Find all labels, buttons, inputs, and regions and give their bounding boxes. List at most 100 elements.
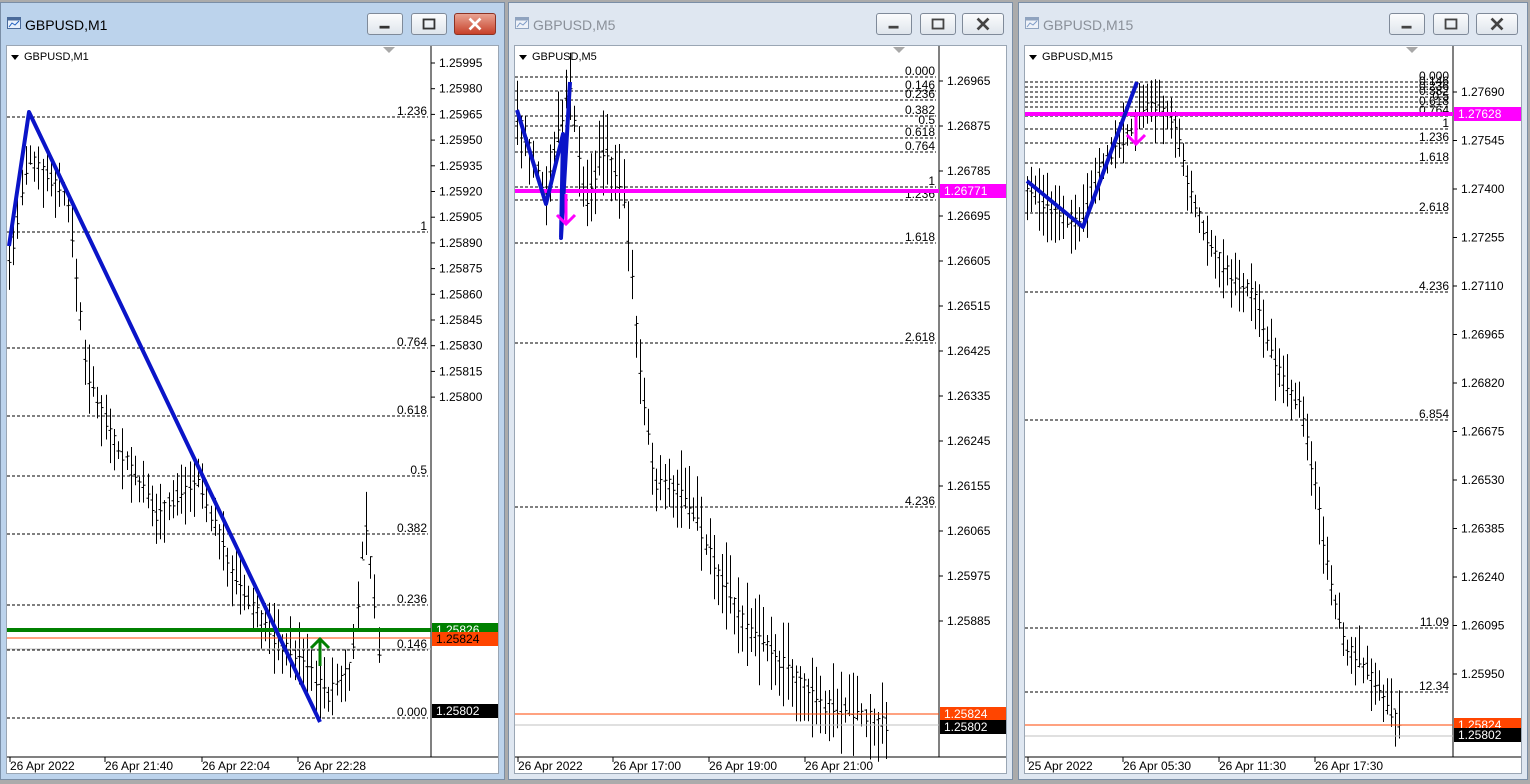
minimize-button[interactable] <box>1389 13 1425 35</box>
time-tick-label: 26 Apr 11:30 <box>1219 759 1286 773</box>
chart-window-icon <box>1025 17 1039 29</box>
price-tick-label: 1.26530 <box>1461 473 1505 487</box>
price-tag-label: 1.25824 <box>944 707 988 721</box>
fib-level-label: 0.764 <box>397 335 427 349</box>
fib-level-label: 4.236 <box>1419 279 1449 293</box>
chart-shift-marker-icon[interactable] <box>893 47 905 53</box>
price-tick-label: 1.25885 <box>947 614 991 628</box>
fib-level-label: 1.236 <box>397 104 427 118</box>
price-tick-label: 1.26065 <box>947 524 991 538</box>
price-tick-label: 1.25920 <box>439 185 483 199</box>
price-tick-label: 1.26240 <box>1461 570 1505 584</box>
maximize-button[interactable] <box>411 13 447 35</box>
price-chart[interactable]: 1.25995 1.25980 1.25965 1.25950 1.25935 1.259… <box>7 46 499 774</box>
price-tag-label: 1.25824 <box>436 632 480 646</box>
price-tick-label: 1.26820 <box>1461 376 1505 390</box>
fib-level-label: 1.236 <box>1419 130 1449 144</box>
price-tick-label: 1.26515 <box>947 299 991 313</box>
chart-canvas[interactable]: 1.25995 1.25980 1.25965 1.25950 1.25935 1.259… <box>6 45 499 774</box>
chart-window-icon <box>7 17 21 29</box>
symbol-label: GBPUSD,M5 <box>519 51 597 63</box>
time-tick-label: 26 Apr 2022 <box>10 759 75 773</box>
fib-level-label: 4.236 <box>905 494 935 508</box>
chart-window-m1[interactable]: GBPUSD,M1 1.25995 1.25980 1.25965 1.25950 1.… <box>0 2 505 780</box>
chart-shift-marker-icon[interactable] <box>383 47 395 53</box>
fib-level-label: 2.618 <box>1419 200 1449 214</box>
symbol-label: GBPUSD,M1 <box>11 51 89 63</box>
price-tick-label: 1.25935 <box>439 159 483 173</box>
minimize-icon <box>379 25 390 29</box>
window-titlebar[interactable]: GBPUSD,M15 <box>1019 3 1527 45</box>
price-tick-label: 1.25980 <box>439 82 483 96</box>
price-tick-label: 1.25830 <box>439 339 483 353</box>
chart-window-m15[interactable]: GBPUSD,M15 1.27690 1.27545 1.27400 1.27255 1… <box>1018 2 1528 780</box>
price-tick-label: 1.25965 <box>439 107 483 121</box>
price-tick-label: 1.26155 <box>947 479 991 493</box>
price-tick-label: 1.26605 <box>947 254 991 268</box>
maximize-icon <box>1444 18 1458 30</box>
close-button[interactable] <box>1476 13 1518 35</box>
price-tick-label: 1.25975 <box>947 569 991 583</box>
minimize-button[interactable] <box>367 13 403 35</box>
time-tick-label: 26 Apr 21:40 <box>105 759 173 773</box>
minimize-button[interactable] <box>876 13 912 35</box>
price-tag-label: 1.27628 <box>1458 107 1502 121</box>
maximize-icon <box>931 18 945 30</box>
price-tick-label: 1.25905 <box>439 210 483 224</box>
price-tick-label: 1.25860 <box>439 287 483 301</box>
fib-level-label: 0.382 <box>397 521 427 535</box>
time-tick-label: 26 Apr 05:30 <box>1123 759 1191 773</box>
chart-window-m5[interactable]: GBPUSD,M5 1.26965 1.26875 1.26785 1.26695 1.… <box>508 2 1013 780</box>
price-tag-label: 1.26771 <box>944 184 988 198</box>
fib-level-label: 1 <box>1442 116 1449 130</box>
close-button[interactable] <box>962 13 1004 35</box>
price-tick-label: 1.26335 <box>947 389 991 403</box>
price-tick-label: 1.26785 <box>947 164 991 178</box>
fib-level-label: 1 <box>420 219 427 233</box>
close-icon <box>1490 17 1504 31</box>
price-tick-label: 1.25845 <box>439 313 483 327</box>
price-tick-label: 1.26095 <box>1461 619 1505 633</box>
dropdown-triangle-icon[interactable] <box>11 54 19 60</box>
window-titlebar[interactable]: GBPUSD,M5 <box>509 3 1012 45</box>
fib-level-label: 11.09 <box>1420 615 1449 629</box>
price-tick-label: 1.27255 <box>1461 231 1505 245</box>
fib-level-label: 0.5 <box>410 463 427 477</box>
maximize-icon <box>422 18 436 30</box>
price-tick-label: 1.27545 <box>1461 134 1505 148</box>
time-tick-label: 26 Apr 22:04 <box>202 759 270 773</box>
window-title: GBPUSD,M1 <box>25 17 108 33</box>
maximize-button[interactable] <box>920 13 956 35</box>
maximize-button[interactable] <box>1433 13 1469 35</box>
fib-level-label: 0.236 <box>397 592 427 606</box>
price-tick-label: 1.27690 <box>1461 85 1505 99</box>
price-tick-label: 1.25875 <box>439 262 483 276</box>
chart-window-icon <box>515 17 529 29</box>
time-tick-label: 25 Apr 2022 <box>1028 759 1093 773</box>
price-tick-label: 1.26425 <box>947 344 991 358</box>
time-tick-label: 26 Apr 2022 <box>518 759 583 773</box>
chart-canvas[interactable]: 1.26965 1.26875 1.26785 1.26695 1.26605 1.265… <box>514 45 1007 774</box>
price-tick-label: 1.26875 <box>947 119 991 133</box>
symbol-text: GBPUSD,M1 <box>24 51 89 63</box>
close-button[interactable] <box>454 13 496 35</box>
price-tick-label: 1.25950 <box>439 133 483 147</box>
fib-level-label: 6.854 <box>1419 407 1449 421</box>
time-tick-label: 26 Apr 17:30 <box>1315 759 1383 773</box>
fib-level-label: 1.618 <box>1419 150 1449 164</box>
price-tick-label: 1.25950 <box>1461 667 1505 681</box>
chart-canvas[interactable]: 1.27690 1.27545 1.27400 1.27255 1.27110 1.269… <box>1024 45 1522 774</box>
price-chart[interactable]: 1.27690 1.27545 1.27400 1.27255 1.27110 1.269… <box>1025 46 1522 774</box>
price-chart[interactable]: 1.26965 1.26875 1.26785 1.26695 1.26605 1.265… <box>515 46 1007 774</box>
price-tag-label: 1.25802 <box>1458 728 1502 742</box>
price-tick-label: 1.27110 <box>1461 279 1504 293</box>
dropdown-triangle-icon[interactable] <box>1029 54 1037 60</box>
price-tick-label: 1.25890 <box>439 236 483 250</box>
window-titlebar[interactable]: GBPUSD,M1 <box>1 3 504 45</box>
chart-shift-marker-icon[interactable] <box>1406 47 1418 53</box>
fib-level-label: 0.618 <box>397 403 427 417</box>
dropdown-triangle-icon[interactable] <box>519 54 527 60</box>
window-title: GBPUSD,M15 <box>1043 17 1134 33</box>
price-tick-label: 1.26965 <box>947 74 991 88</box>
fib-level-label: 1.618 <box>905 230 935 244</box>
